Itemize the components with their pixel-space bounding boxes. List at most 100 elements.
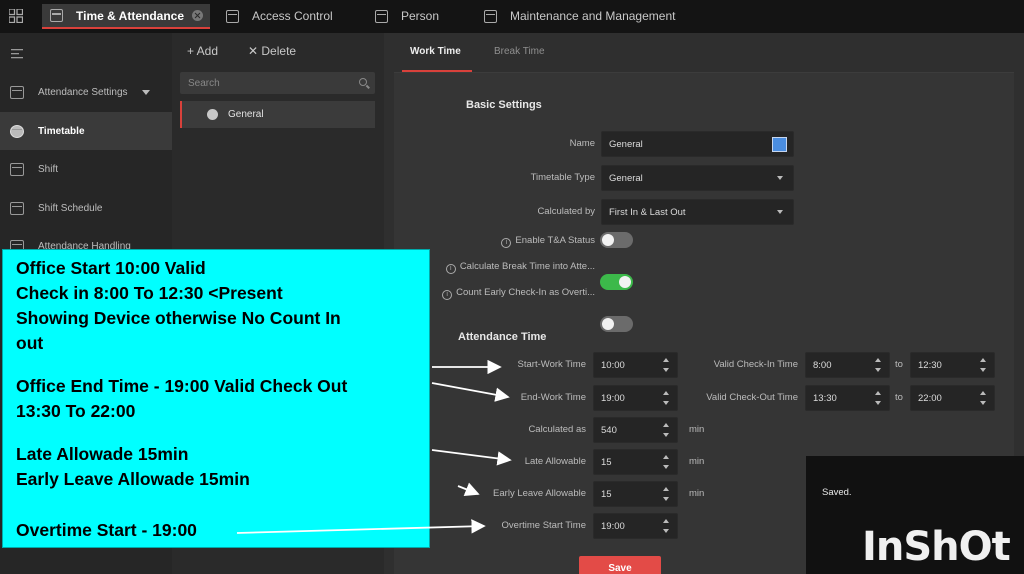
- person-icon: [375, 9, 388, 23]
- search-placeholder: Search: [188, 77, 220, 89]
- sidebar-item-shift[interactable]: Shift: [0, 150, 172, 188]
- to-label: to: [895, 392, 903, 403]
- overtime-start-label: Overtime Start Time: [501, 520, 586, 531]
- stepper-icon[interactable]: [875, 391, 881, 405]
- valid-checkout-label: Valid Check-Out Time: [706, 392, 798, 403]
- annotation-line: out: [16, 333, 44, 353]
- saved-toast-text: Saved.: [822, 487, 852, 498]
- annotation-box: Office Start 10:00 Valid Check in 8:00 T…: [2, 249, 430, 548]
- start-work-input[interactable]: 10:00: [593, 352, 678, 378]
- add-button[interactable]: + Add: [187, 42, 218, 60]
- stepper-icon[interactable]: [663, 358, 669, 372]
- list-item[interactable]: General: [180, 101, 375, 128]
- valid-checkout-to-value: 22:00: [918, 392, 942, 404]
- early-checkin-label: i Count Early Check-In as Overti...: [420, 287, 595, 300]
- toggle-knob: [619, 276, 631, 288]
- stepper-icon[interactable]: [980, 391, 986, 405]
- calculated-as-label: Calculated as: [528, 424, 586, 435]
- stepper-icon[interactable]: [980, 358, 986, 372]
- start-work-label: Start-Work Time: [517, 359, 586, 370]
- enable-ta-toggle[interactable]: [600, 232, 633, 248]
- end-work-input[interactable]: 19:00: [593, 385, 678, 411]
- delete-button[interactable]: ✕ Delete: [248, 42, 296, 60]
- tab-time-attendance[interactable]: Time & Attendance: [42, 4, 210, 29]
- end-work-value: 19:00: [601, 392, 625, 404]
- color-picker[interactable]: [772, 137, 787, 152]
- stepper-icon[interactable]: [875, 358, 881, 372]
- tab-label: Maintenance and Management: [510, 9, 676, 23]
- menu-collapse-icon[interactable]: [11, 46, 23, 59]
- close-icon[interactable]: [192, 10, 204, 21]
- stepper-icon[interactable]: [663, 423, 669, 437]
- valid-checkin-to-value: 12:30: [918, 359, 942, 371]
- tools-icon: [484, 9, 497, 23]
- stepper-icon[interactable]: [663, 519, 669, 533]
- stepper-icon[interactable]: [663, 487, 669, 501]
- search-icon[interactable]: [359, 78, 367, 86]
- sidebar-item-timetable[interactable]: Timetable: [0, 112, 172, 150]
- chevron-down-icon: [777, 176, 783, 180]
- annotation-line: Early Leave Allowade 15min: [16, 469, 250, 489]
- sub-tab-bar: [394, 33, 1014, 73]
- calculated-as-input[interactable]: 540: [593, 417, 678, 443]
- early-leave-value: 15: [601, 488, 612, 500]
- annotation-line: Overtime Start - 19:00: [16, 520, 197, 540]
- valid-checkin-label: Valid Check-In Time: [713, 359, 798, 370]
- sidebar-item-attendance-settings[interactable]: Attendance Settings: [0, 73, 172, 111]
- to-label: to: [895, 359, 903, 370]
- late-allowable-label: Late Allowable: [524, 456, 586, 467]
- break-time-toggle[interactable]: [600, 274, 633, 290]
- basic-settings-title: Basic Settings: [466, 99, 542, 111]
- early-leave-input[interactable]: 15: [593, 481, 678, 507]
- list-item-label: General: [228, 109, 264, 120]
- valid-checkout-from-input[interactable]: 13:30: [805, 385, 890, 411]
- search-input[interactable]: Search: [180, 72, 375, 94]
- early-checkin-toggle[interactable]: [600, 316, 633, 332]
- stepper-icon[interactable]: [663, 391, 669, 405]
- calculated-by-label: Calculated by: [537, 206, 595, 217]
- toggle-knob: [602, 318, 614, 330]
- calculated-by-value: First In & Last Out: [609, 206, 686, 218]
- overtime-start-value: 19:00: [601, 520, 625, 532]
- info-icon: i: [442, 290, 453, 300]
- annotation-line: Showing Device otherwise No Count In: [16, 308, 341, 328]
- tab-work-time[interactable]: Work Time: [410, 46, 461, 57]
- late-allowable-value: 15: [601, 456, 612, 468]
- tab-person[interactable]: Person: [375, 6, 439, 26]
- end-work-label: End-Work Time: [520, 392, 586, 403]
- early-checkin-text: Count Early Check-In as Overti...: [456, 287, 595, 298]
- attendance-time-title: Attendance Time: [458, 331, 547, 343]
- tab-label: Access Control: [252, 9, 333, 23]
- shift-icon: [10, 162, 24, 176]
- tab-label: Person: [401, 9, 440, 23]
- calculated-by-select[interactable]: First In & Last Out: [601, 199, 794, 225]
- sidebar-item-shift-schedule[interactable]: Shift Schedule: [0, 189, 172, 227]
- tab-access-control[interactable]: Access Control: [226, 6, 333, 26]
- watermark: InShOt: [862, 524, 1011, 570]
- save-button[interactable]: Save: [579, 556, 661, 574]
- timetable-icon: [10, 124, 24, 138]
- calculated-as-value: 540: [601, 424, 617, 436]
- app-grid-icon[interactable]: [8, 8, 24, 24]
- tab-break-time[interactable]: Break Time: [494, 46, 545, 57]
- sidebar-item-label: Shift: [38, 163, 59, 175]
- overtime-start-input[interactable]: 19:00: [593, 513, 678, 539]
- name-input[interactable]: General: [601, 131, 794, 157]
- valid-checkout-from-value: 13:30: [813, 392, 837, 404]
- attendance-settings-icon: [10, 85, 24, 99]
- timetable-type-select[interactable]: General: [601, 165, 794, 191]
- valid-checkin-from-input[interactable]: 8:00: [805, 352, 890, 378]
- info-icon: i: [501, 238, 512, 248]
- tab-maintenance[interactable]: Maintenance and Management: [484, 6, 675, 26]
- late-allowable-input[interactable]: 15: [593, 449, 678, 475]
- app-window: Time & Attendance Access Control Person …: [0, 0, 1024, 574]
- clock-icon: [207, 109, 218, 120]
- name-label: Name: [569, 138, 595, 149]
- calculated-as-unit: min: [689, 424, 705, 435]
- break-time-label: i Calculate Break Time into Atte...: [420, 261, 595, 274]
- valid-checkout-to-input[interactable]: 22:00: [910, 385, 995, 411]
- valid-checkin-to-input[interactable]: 12:30: [910, 352, 995, 378]
- info-icon: i: [445, 264, 456, 274]
- start-work-value: 10:00: [601, 359, 625, 371]
- stepper-icon[interactable]: [663, 455, 669, 469]
